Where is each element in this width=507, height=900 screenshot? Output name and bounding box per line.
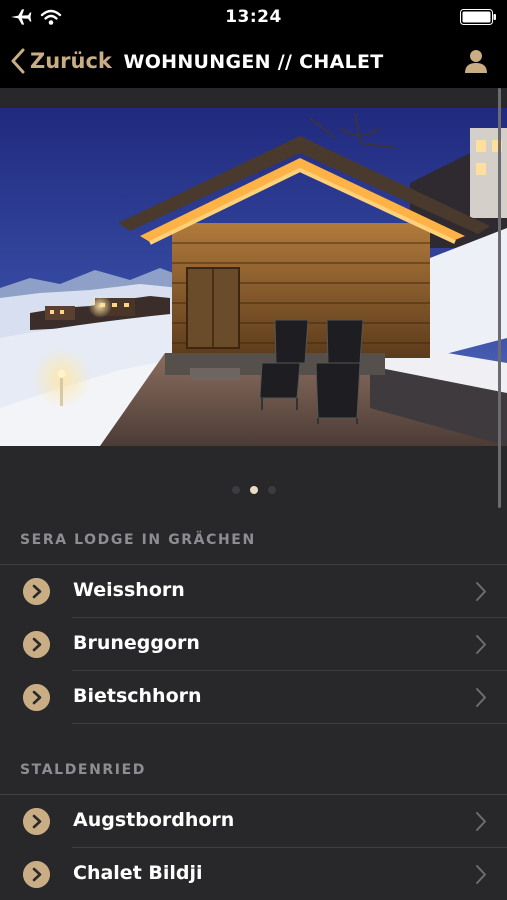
chalet-photo-illustration xyxy=(0,108,507,446)
chevron-right-circle-icon xyxy=(23,861,50,888)
nav-bar: Zurück WOHNUNGEN // CHALET xyxy=(0,34,507,88)
chevron-right-circle-icon xyxy=(23,808,50,835)
chevron-right-icon xyxy=(476,582,486,601)
battery-icon xyxy=(460,9,496,25)
list-item-label: Weisshorn xyxy=(73,579,185,601)
list-item[interactable]: Bietschhorn xyxy=(0,671,507,724)
list-item[interactable]: Bruneggorn xyxy=(0,618,507,671)
chevron-right-icon xyxy=(476,865,486,884)
scrollbar[interactable] xyxy=(498,88,501,508)
chevron-right-circle-icon xyxy=(23,631,50,658)
chevron-right-icon xyxy=(476,635,486,654)
section-header: STALDENRIED xyxy=(20,762,146,778)
status-time: 13:24 xyxy=(225,7,282,27)
status-bar: 13:24 xyxy=(0,0,507,34)
pager-dot[interactable] xyxy=(231,486,240,494)
content-scroll-area[interactable]: SERA LODGE IN GRÄCHEN Weisshorn Bruneggo… xyxy=(0,88,507,900)
list-item-label: Bruneggorn xyxy=(73,632,200,654)
divider xyxy=(72,723,507,724)
page-title: WOHNUNGEN // CHALET xyxy=(123,51,384,73)
pager-dot-active[interactable] xyxy=(249,486,258,494)
chevron-right-circle-icon xyxy=(23,684,50,711)
gallery-pager[interactable] xyxy=(0,484,507,496)
chalet-photo[interactable] xyxy=(0,108,507,446)
chevron-right-circle-icon xyxy=(23,578,50,605)
chevron-right-icon xyxy=(476,688,486,707)
list-item[interactable]: Augstbordhorn xyxy=(0,795,507,848)
chevron-right-icon xyxy=(476,812,486,831)
pager-dot[interactable] xyxy=(267,486,276,494)
user-icon[interactable] xyxy=(463,48,489,74)
list-item-label: Augstbordhorn xyxy=(73,809,235,831)
list-item-label: Bietschhorn xyxy=(73,685,202,707)
list-item-label: Chalet Bildji xyxy=(73,862,203,884)
list-item[interactable]: Weisshorn xyxy=(0,565,507,618)
list-item[interactable]: Chalet Bildji xyxy=(0,848,507,900)
section-header: SERA LODGE IN GRÄCHEN xyxy=(20,532,256,548)
